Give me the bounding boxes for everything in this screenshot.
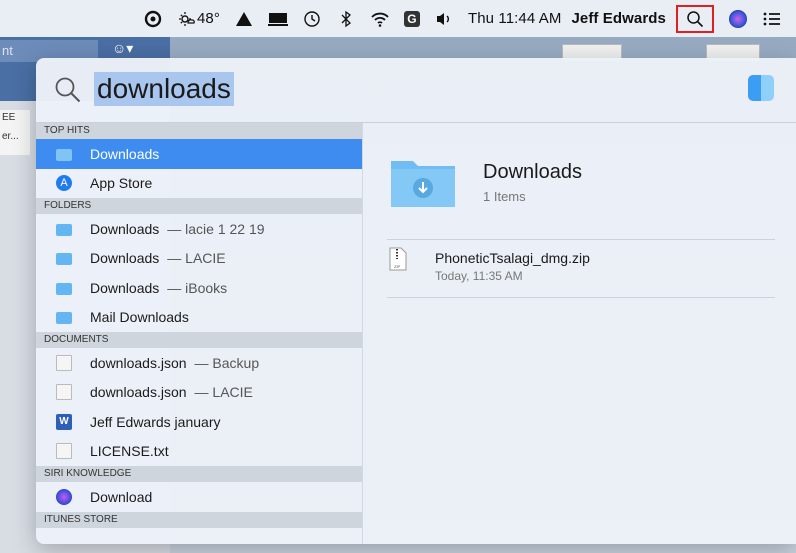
time-machine-icon[interactable]	[302, 9, 322, 29]
user-menu[interactable]: Jeff Edwards	[571, 6, 666, 32]
app-store-icon: A	[56, 175, 72, 192]
list-item-label: Download	[90, 488, 153, 505]
weather-temp: 48°	[196, 10, 220, 27]
list-item[interactable]: Download	[36, 482, 362, 512]
list-item[interactable]: Downloads	[36, 139, 362, 169]
file-name[interactable]: PhoneticTsalagi_dmg.zip	[435, 250, 590, 266]
file-date: Today, 11:35 AM	[435, 269, 523, 283]
notification-center-icon[interactable]	[762, 9, 782, 29]
list-item[interactable]: A App Store	[36, 169, 362, 199]
list-item-label: Jeff Edwards january	[90, 413, 221, 430]
siri-icon	[56, 488, 72, 505]
zip-file-icon[interactable]: ZIP	[389, 247, 407, 271]
word-document-icon: W	[56, 413, 72, 430]
folder-icon	[56, 312, 72, 325]
weather-icon	[177, 9, 197, 29]
grammarly-letter: G	[403, 10, 420, 27]
search-icon	[55, 77, 81, 103]
folder-icon	[56, 223, 72, 236]
menu-bar: 48° G Thu 11:44 AM Jeff Edwards	[0, 0, 796, 37]
list-item-location: — Backup	[194, 354, 260, 371]
section-header-folders: FOLDERS	[36, 198, 362, 214]
list-item-location: — iBooks	[167, 279, 228, 296]
bluetooth-icon[interactable]	[336, 9, 356, 29]
list-item-location: — LACIE	[167, 250, 226, 267]
list-item[interactable]: LICENSE.txt	[36, 437, 362, 467]
volume-icon[interactable]	[434, 9, 454, 29]
grammarly-icon[interactable]: G	[403, 6, 420, 32]
background-sidebar: EE er...	[0, 110, 30, 155]
document-icon	[56, 384, 72, 401]
folder-icon	[56, 253, 72, 266]
display-icon[interactable]	[267, 9, 288, 29]
weather-menu[interactable]: 48°	[177, 6, 220, 32]
list-item-location: — LACIE	[194, 384, 253, 401]
search-icon	[687, 10, 704, 27]
finder-icon[interactable]	[748, 75, 774, 101]
spotlight-search-input[interactable]: downloads	[94, 72, 234, 106]
divider	[387, 297, 775, 298]
list-item[interactable]: W Jeff Edwards january	[36, 407, 362, 437]
list-item-location: — lacie 1 22 19	[167, 220, 265, 237]
list-item-label: LICENSE.txt	[90, 443, 169, 460]
spotlight-panel: downloads TOP HITS Downloads A App Store…	[36, 58, 796, 544]
results-list: TOP HITS Downloads A App Store FOLDERS D…	[36, 123, 362, 544]
list-item[interactable]: Mail Downloads	[36, 303, 362, 333]
list-item-label: downloads.json	[90, 384, 187, 401]
list-item[interactable]: Downloads — iBooks	[36, 273, 362, 303]
list-item-label: Downloads	[90, 145, 160, 162]
background-side-text-2: er...	[2, 131, 19, 142]
zip-label: ZIP	[394, 264, 401, 269]
preview-item-count: 1 Items	[483, 189, 526, 204]
list-item[interactable]: Downloads — lacie 1 22 19	[36, 214, 362, 244]
divider	[387, 239, 775, 240]
preview-pane: Downloads 1 Items ZIP PhoneticTsalagi_dm…	[363, 123, 796, 544]
clock[interactable]: Thu 11:44 AM	[468, 6, 561, 32]
spotlight-menu-button[interactable]	[676, 4, 714, 33]
folder-icon	[56, 148, 72, 161]
siri-icon[interactable]	[728, 9, 748, 29]
preview-title: Downloads	[483, 161, 582, 183]
list-item-label: Downloads	[90, 250, 160, 267]
list-item-label: Downloads	[90, 279, 160, 296]
section-header-siri-knowledge: SIRI KNOWLEDGE	[36, 466, 362, 482]
text-file-icon	[56, 443, 72, 460]
list-item[interactable]: downloads.json — LACIE	[36, 378, 362, 408]
section-header-itunes-store: ITUNES STORE	[36, 511, 362, 528]
section-header-top-hits: TOP HITS	[36, 123, 362, 139]
downloads-folder-icon	[391, 161, 455, 207]
google-drive-icon[interactable]	[234, 9, 254, 29]
document-icon	[56, 354, 72, 371]
list-item-label: Downloads	[90, 220, 160, 237]
list-item[interactable]: downloads.json — Backup	[36, 348, 362, 378]
list-item-label: App Store	[90, 175, 153, 192]
section-header-documents: DOCUMENTS	[36, 332, 362, 348]
background-side-text-1: EE	[2, 112, 16, 123]
emoji-icon: ☺▾	[112, 40, 134, 56]
folder-icon	[56, 282, 72, 295]
creative-cloud-icon[interactable]	[143, 9, 163, 29]
list-item[interactable]: Downloads — LACIE	[36, 244, 362, 274]
wifi-icon[interactable]	[370, 9, 390, 29]
list-item-label: Mail Downloads	[90, 309, 189, 326]
list-item-label: downloads.json	[90, 354, 187, 371]
